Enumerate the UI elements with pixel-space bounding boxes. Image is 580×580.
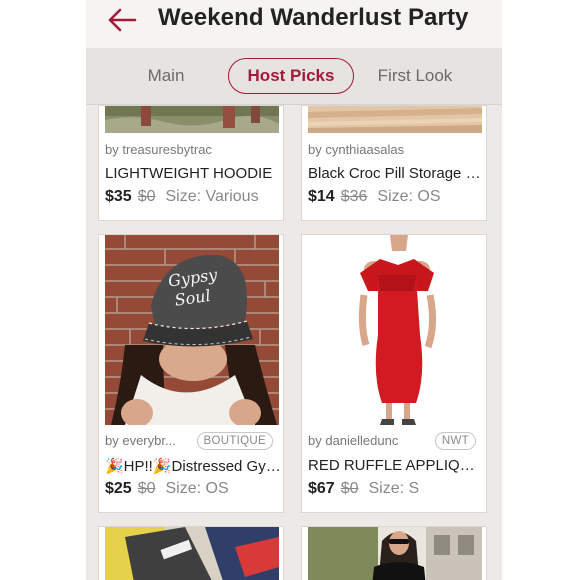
tab-host-picks[interactable]: Host Picks [228, 58, 354, 94]
seller-name[interactable]: by danielledunc [308, 433, 398, 448]
price: $25 [105, 480, 132, 497]
listing-image[interactable] [308, 106, 482, 133]
listing-card[interactable] [301, 526, 487, 580]
listing-image[interactable] [308, 235, 482, 425]
price: $35 [105, 188, 132, 205]
listing-title[interactable]: Black Croc Pill Storage Case [308, 165, 484, 182]
size-label: Size: S [368, 480, 420, 497]
nwt-badge: NWT [434, 432, 476, 450]
listing-card[interactable]: Gypsy Soul by everybr... BOUTIQUE 🎉HP!!🎉… [98, 234, 284, 513]
seller-name[interactable]: by everybr... [105, 433, 176, 448]
price-line: $25 $0 Size: OS [105, 480, 229, 498]
tab-bar: Main Host Picks First Look [86, 48, 502, 105]
original-price: $0 [137, 188, 156, 205]
listing-image[interactable] [308, 527, 482, 580]
page-title: Weekend Wanderlust Party [158, 4, 469, 31]
tab-main[interactable]: Main [126, 58, 206, 94]
listing-title[interactable]: LIGHTWEIGHT HOODIE [105, 165, 281, 182]
listing-image[interactable] [105, 527, 279, 580]
price: $14 [308, 188, 335, 205]
price-line: $67 $0 Size: S [308, 480, 419, 498]
arrow-left-icon[interactable] [106, 6, 138, 34]
listing-title[interactable]: 🎉HP!!🎉Distressed Gypsy Soul Hat [105, 457, 281, 475]
listing-card[interactable]: by treasuresbytrac LIGHTWEIGHT HOODIE $3… [98, 105, 284, 221]
listing-title[interactable]: RED RUFFLE APPLIQUE DRESS [308, 457, 484, 474]
header-bar: Weekend Wanderlust Party [86, 0, 502, 48]
listing-image[interactable] [105, 106, 279, 133]
original-price: $0 [137, 480, 156, 497]
size-label: Size: Various [165, 188, 259, 205]
listing-card[interactable]: by cynthiaasalas Black Croc Pill Storage… [301, 105, 487, 221]
price: $67 [308, 480, 335, 497]
listing-image[interactable]: Gypsy Soul [105, 235, 279, 425]
boutique-badge: BOUTIQUE [196, 432, 273, 450]
listing-card[interactable]: by danielledunc NWT RED RUFFLE APPLIQUE … [301, 234, 487, 513]
seller-name[interactable]: by treasuresbytrac [105, 142, 212, 157]
tab-first-look[interactable]: First Look [368, 58, 462, 94]
original-price: $36 [340, 188, 368, 205]
listing-card[interactable] [98, 526, 284, 580]
original-price: $0 [340, 480, 359, 497]
seller-name[interactable]: by cynthiaasalas [308, 142, 404, 157]
price-line: $14 $36 Size: OS [308, 188, 441, 206]
app-screen: Weekend Wanderlust Party Main Host Picks… [86, 0, 502, 580]
size-label: Size: OS [377, 188, 441, 205]
price-line: $35 $0 Size: Various [105, 188, 259, 206]
size-label: Size: OS [165, 480, 229, 497]
